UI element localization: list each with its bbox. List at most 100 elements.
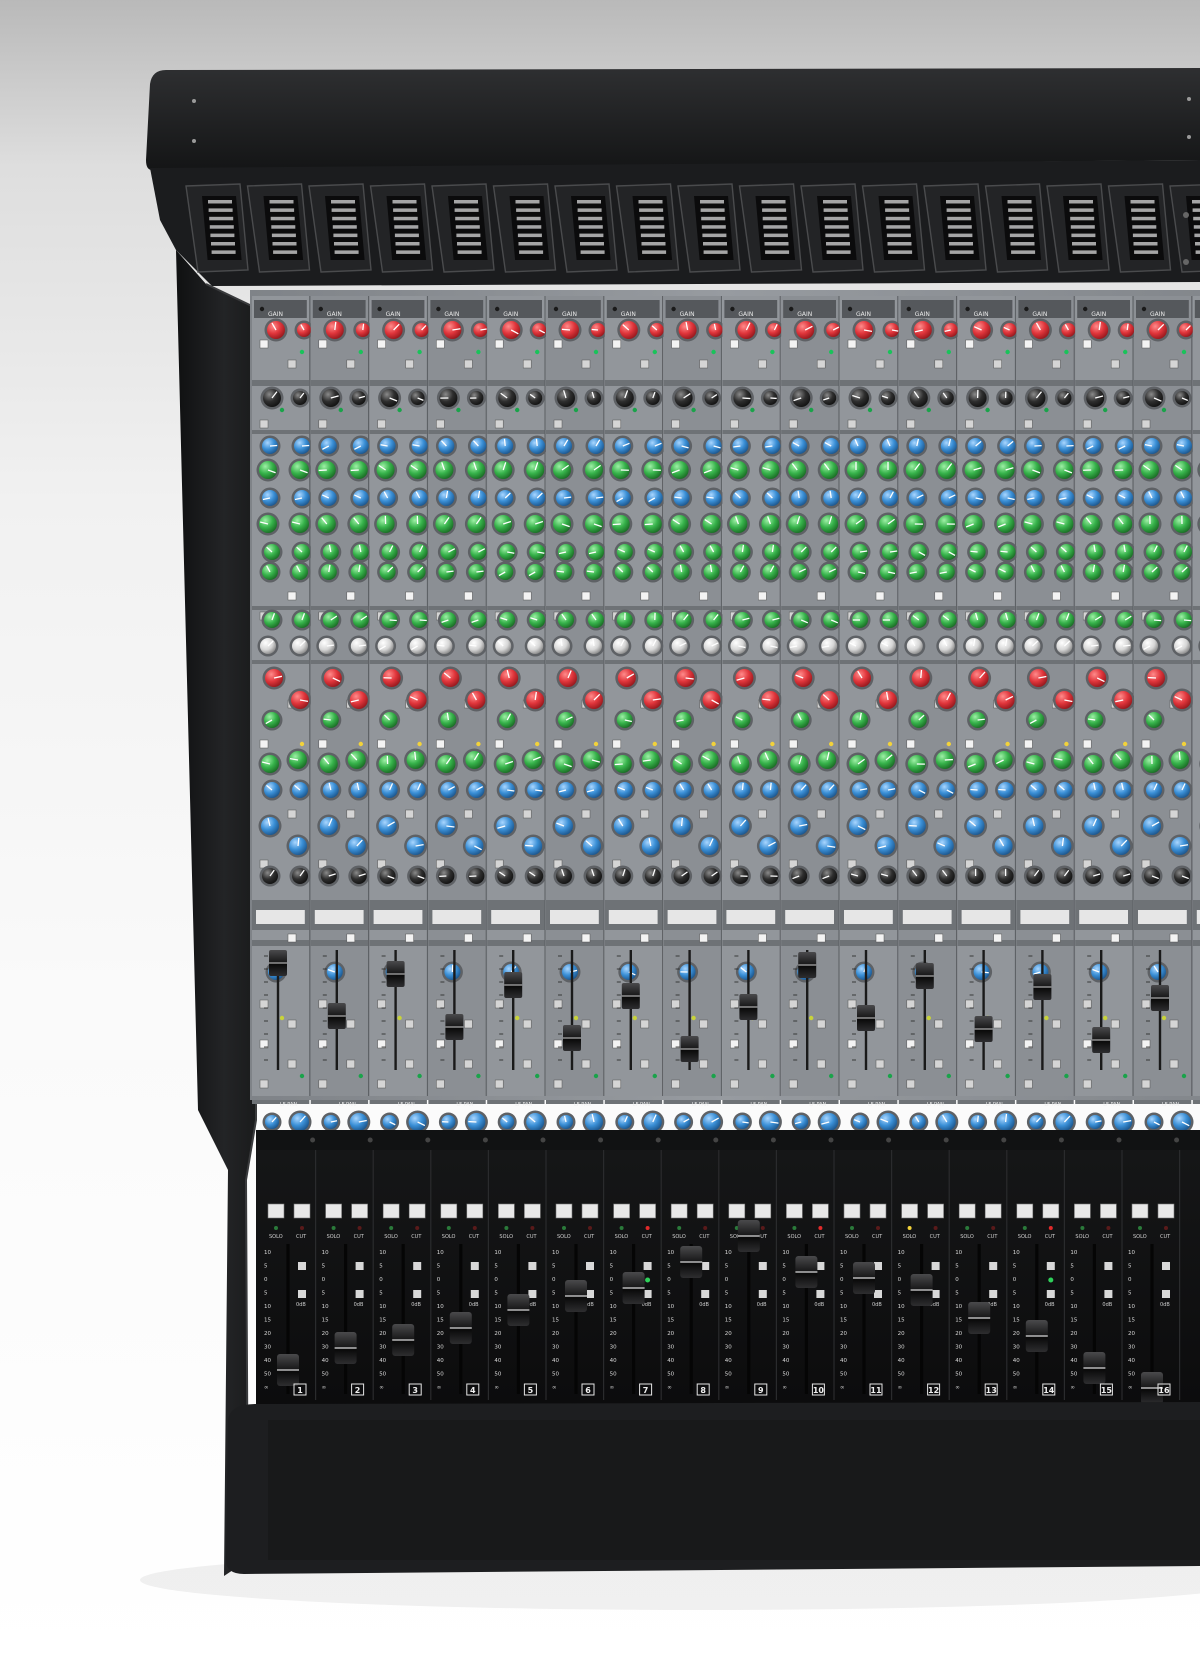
solo-button[interactable] <box>786 1203 803 1219</box>
solo-button[interactable] <box>382 1203 400 1219</box>
fader-scale-label: 5 <box>552 1291 556 1297</box>
fader-cap[interactable] <box>565 1280 587 1312</box>
fader-cap[interactable] <box>622 1272 645 1304</box>
blue-knob <box>728 814 752 838</box>
blue-knob <box>1141 435 1163 457</box>
fader-cap[interactable] <box>1083 1352 1106 1384</box>
channel-button <box>287 359 297 369</box>
solo-button[interactable] <box>958 1203 976 1219</box>
solo-button[interactable] <box>901 1203 918 1219</box>
fader-cap[interactable] <box>1025 1320 1048 1352</box>
cut-led <box>818 1226 823 1230</box>
solo-button[interactable] <box>843 1203 861 1219</box>
cut-button[interactable] <box>696 1203 714 1219</box>
fader-cap[interactable] <box>334 1332 357 1364</box>
solo-button[interactable] <box>728 1203 746 1219</box>
green-knob <box>729 561 751 583</box>
red-knob <box>262 666 286 690</box>
cut-button[interactable] <box>869 1203 887 1219</box>
blue-knob <box>1173 487 1195 509</box>
green-knob <box>555 709 577 731</box>
fader-cap[interactable] <box>795 1256 818 1288</box>
pan-label: LF PAN <box>1103 1102 1120 1108</box>
solo-button[interactable] <box>498 1203 515 1219</box>
meter-segment <box>1072 250 1097 254</box>
channel-button <box>816 933 826 943</box>
cut-button[interactable] <box>927 1203 944 1219</box>
header-screw <box>1024 306 1029 312</box>
channel-strip: GAIN LF PAN <box>663 296 726 1134</box>
led <box>691 407 696 413</box>
solo-button[interactable] <box>613 1203 630 1219</box>
cut-button[interactable] <box>1157 1203 1175 1219</box>
led <box>358 349 363 355</box>
fader-cap[interactable] <box>853 1262 875 1294</box>
section-band <box>1016 430 1074 434</box>
fader-cap[interactable] <box>680 1246 703 1278</box>
fader-aux-button <box>931 1262 940 1270</box>
fader-scale-label: 40 <box>264 1358 271 1364</box>
cut-button[interactable] <box>1100 1203 1117 1219</box>
channel-button <box>816 591 826 601</box>
channel-strips: GAIN LF PAN GAIN LF PAN GAIN LF PAN GAIN LF PAN… <box>252 296 1200 1134</box>
solo-button[interactable] <box>670 1203 688 1219</box>
fader-scale-label: 15 <box>898 1318 905 1324</box>
channel-button <box>875 1059 885 1069</box>
fader-db-label: 0dB <box>469 1302 479 1308</box>
cut-button[interactable] <box>351 1203 368 1219</box>
fader-scale-label: ∞ <box>955 1385 960 1391</box>
solo-button[interactable] <box>1016 1203 1034 1219</box>
solo-button[interactable] <box>325 1203 342 1219</box>
cut-button[interactable] <box>581 1203 599 1219</box>
green-knob <box>609 512 633 536</box>
green-knob <box>288 512 312 536</box>
blue-knob <box>559 961 581 983</box>
cut-button[interactable] <box>524 1203 541 1219</box>
fader-cap[interactable] <box>507 1294 530 1326</box>
channel-button <box>758 1059 767 1069</box>
cut-button[interactable] <box>408 1203 426 1219</box>
solo-button[interactable] <box>555 1203 573 1219</box>
cut-button[interactable] <box>754 1203 772 1219</box>
green-knob <box>908 609 930 631</box>
cut-button[interactable] <box>812 1203 829 1219</box>
section-band <box>546 380 604 386</box>
green-knob <box>261 541 283 563</box>
fader-cap[interactable] <box>392 1324 415 1356</box>
channel-button <box>377 1079 386 1089</box>
fader-cap[interactable] <box>449 1312 472 1344</box>
cut-button[interactable] <box>639 1203 656 1219</box>
fader-cap[interactable] <box>910 1274 933 1306</box>
cut-button[interactable] <box>984 1203 1002 1219</box>
fader-cap[interactable] <box>737 1220 760 1252</box>
cut-button[interactable] <box>1042 1203 1060 1219</box>
fader-scale-label: 5 <box>1128 1264 1132 1270</box>
blue-knob <box>879 435 901 457</box>
blue-knob <box>345 834 369 858</box>
solo-button[interactable] <box>440 1203 458 1219</box>
solo-button[interactable] <box>1131 1203 1149 1219</box>
pan-label: LF PAN <box>633 1102 650 1108</box>
routing-label-strip <box>726 910 776 924</box>
cut-button[interactable] <box>466 1203 484 1219</box>
channel-button <box>699 591 708 601</box>
cut-led <box>703 1226 708 1230</box>
green-knob <box>494 561 516 583</box>
fader-scale-label: 40 <box>898 1358 905 1364</box>
green-knob <box>491 458 515 482</box>
cut-button[interactable] <box>293 1203 311 1219</box>
channel-button <box>377 739 386 749</box>
fader-scale-label: 50 <box>437 1372 444 1378</box>
solo-button[interactable] <box>267 1203 285 1219</box>
fader-cap[interactable] <box>968 1302 991 1334</box>
channel-button <box>906 739 916 749</box>
solo-button[interactable] <box>1074 1203 1091 1219</box>
green-knob <box>318 561 340 583</box>
black-knob <box>1083 386 1107 410</box>
fader-scale-label: 0 <box>494 1277 498 1283</box>
led <box>946 741 951 747</box>
red-knob <box>615 666 639 690</box>
fader-cap[interactable] <box>277 1354 299 1386</box>
fader-screw <box>655 1137 661 1143</box>
fader-scale-label: 30 <box>610 1345 617 1351</box>
